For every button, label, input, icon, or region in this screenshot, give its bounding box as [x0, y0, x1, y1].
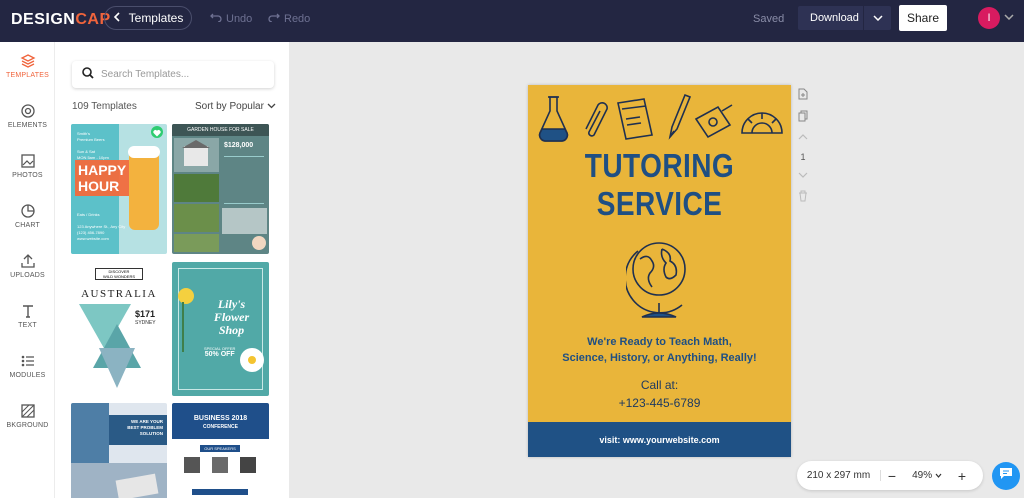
- page-tools: 1: [796, 88, 810, 210]
- move-page-up-icon[interactable]: [796, 132, 810, 152]
- tool-label: TEMPLATES: [6, 72, 49, 79]
- chat-icon: [998, 466, 1014, 486]
- tool-chart[interactable]: CHART: [0, 200, 55, 248]
- page-number: 1: [800, 152, 806, 162]
- template-text: WE ARE YOUR BEST PROBLEM SOLUTION: [127, 419, 163, 436]
- templates-button-label: Templates: [128, 11, 184, 25]
- zoom-out-button[interactable]: −: [881, 468, 903, 484]
- poster-footer[interactable]: visit: www.yourwebsite.com: [528, 422, 791, 457]
- photo-icon: [0, 150, 55, 172]
- upload-icon: [0, 250, 55, 272]
- tool-modules[interactable]: MODULES: [0, 350, 55, 398]
- undo-label: Undo: [226, 12, 253, 25]
- designcap-logo[interactable]: DESIGNCAP: [11, 11, 111, 29]
- duplicate-page-icon[interactable]: [796, 110, 810, 132]
- template-text: Eats / Drinks 123 Anywhere St., Any City(…: [77, 212, 126, 241]
- modules-icon: [0, 350, 55, 372]
- layers-icon: [0, 50, 55, 72]
- redo-label: Redo: [284, 12, 311, 25]
- sort-label: Sort by Popular: [195, 101, 264, 112]
- poster-subtitle[interactable]: We're Ready to Teach Math, Science, Histo…: [528, 334, 791, 366]
- top-bar: DESIGNCAP Templates Undo Redo Saved Down…: [0, 0, 1024, 42]
- chat-button[interactable]: [992, 462, 1020, 490]
- saved-status: Saved: [753, 13, 785, 25]
- tutoring-poster[interactable]: TUTORING SERVICE We're Ready to Teach Ma…: [528, 85, 791, 457]
- template-text: SYDNEY: [135, 320, 156, 326]
- move-page-down-icon[interactable]: [796, 170, 810, 190]
- undo-icon: [210, 12, 222, 25]
- zoom-bar: 210 x 297 mm − 49% +: [797, 461, 983, 490]
- template-text: DISCOVER WILD WONDERS: [95, 268, 143, 280]
- search-input[interactable]: [101, 69, 261, 80]
- tool-label: PHOTOS: [12, 172, 43, 179]
- redo-icon: [268, 12, 280, 25]
- download-button[interactable]: Download: [798, 6, 891, 30]
- tool-label: ELEMENTS: [7, 122, 48, 129]
- tool-label: MODULES: [9, 372, 46, 379]
- tool-sidebar: TEMPLATES ELEMENTS PHOTOS CHART UPLOADS …: [0, 42, 55, 498]
- sort-dropdown[interactable]: Sort by Popular: [195, 101, 276, 112]
- avatar[interactable]: I: [978, 7, 1000, 29]
- template-text: Lily's Flower Shop: [213, 297, 250, 337]
- download-label: Download: [810, 12, 859, 24]
- tool-photos[interactable]: PHOTOS: [0, 150, 55, 198]
- page-size: 210 x 297 mm: [797, 470, 881, 481]
- chevron-left-icon: [113, 11, 121, 25]
- tool-label: CHART: [15, 222, 40, 229]
- background-icon: [0, 400, 55, 422]
- tool-background[interactable]: BKGROUND: [0, 400, 55, 448]
- poster-title-line1[interactable]: TUTORING: [548, 147, 772, 185]
- poster-contact[interactable]: Call at: +123-445-6789: [528, 376, 791, 412]
- undo-button[interactable]: Undo: [210, 12, 252, 25]
- account-chevron-down-icon[interactable]: [1004, 12, 1014, 22]
- logo-design: DESIGN: [11, 11, 76, 28]
- tool-label: UPLOADS: [10, 272, 45, 279]
- template-card-lilys-flower-shop[interactable]: Lily's Flower Shop SPECIAL OFFER 50% OFF: [172, 262, 269, 396]
- chevron-down-icon: [935, 470, 942, 481]
- zoom-in-button[interactable]: +: [951, 468, 973, 484]
- template-card-business-conference[interactable]: BUSINESS 2018 CONFERENCE OUR SPEAKERS: [172, 403, 269, 498]
- elements-icon: [0, 100, 55, 122]
- globe-illustration: [626, 242, 686, 318]
- back-to-templates-button[interactable]: Templates: [104, 6, 192, 30]
- template-text: HAPPY HOUR: [78, 162, 127, 194]
- template-text: Smith's Premium Beers Sun & Sat MON 5am - 1…: [77, 131, 109, 160]
- templates-panel: 109 Templates Sort by Popular Smith'sPre…: [55, 42, 289, 498]
- template-card-garden-house[interactable]: GARDEN HOUSE FOR SALE $128,000: [172, 124, 269, 254]
- tool-label: BKGROUND: [6, 422, 49, 429]
- school-supplies-illustration: [538, 93, 783, 142]
- search-icon: [82, 66, 94, 84]
- template-text: GARDEN HOUSE FOR SALE: [172, 124, 269, 136]
- redo-button[interactable]: Redo: [268, 12, 310, 25]
- search-box[interactable]: [72, 61, 274, 88]
- template-card-australia[interactable]: DISCOVER WILD WONDERS AUSTRALIA $171 SYDN…: [71, 262, 167, 396]
- delete-page-icon[interactable]: [796, 190, 810, 210]
- chevron-down-icon: [267, 101, 276, 112]
- tool-text[interactable]: TEXT: [0, 300, 55, 348]
- template-text: SPECIAL OFFER 50% OFF: [204, 346, 236, 358]
- chevron-down-icon[interactable]: [863, 6, 891, 30]
- tool-uploads[interactable]: UPLOADS: [0, 250, 55, 298]
- template-text: $128,000: [224, 142, 254, 149]
- zoom-level-dropdown[interactable]: 49%: [903, 470, 951, 481]
- tool-label: TEXT: [18, 322, 37, 329]
- template-count: 109 Templates: [72, 101, 137, 112]
- canvas-area[interactable]: TUTORING SERVICE We're Ready to Teach Ma…: [289, 42, 1024, 498]
- chart-icon: [0, 200, 55, 222]
- poster-title-line2[interactable]: SERVICE: [548, 185, 772, 223]
- template-text: $171: [135, 309, 156, 319]
- template-text: BUSINESS 2018 CONFERENCE: [193, 415, 248, 430]
- text-icon: [0, 300, 55, 322]
- template-text: AUSTRALIA: [81, 288, 157, 300]
- tool-elements[interactable]: ELEMENTS: [0, 100, 55, 148]
- add-page-icon[interactable]: [796, 88, 810, 110]
- favorite-heart-icon[interactable]: [151, 126, 163, 138]
- zoom-level: 49%: [912, 470, 933, 481]
- template-card-happy-hour[interactable]: Smith's Premium Beers Sun & Sat MON 5am - 1…: [71, 124, 167, 254]
- share-button[interactable]: Share: [899, 5, 947, 31]
- template-text: OUR SPEAKERS: [200, 445, 240, 452]
- template-card-problem-solution[interactable]: WE ARE YOUR BEST PROBLEM SOLUTION: [71, 403, 167, 498]
- tool-templates[interactable]: TEMPLATES: [0, 50, 55, 98]
